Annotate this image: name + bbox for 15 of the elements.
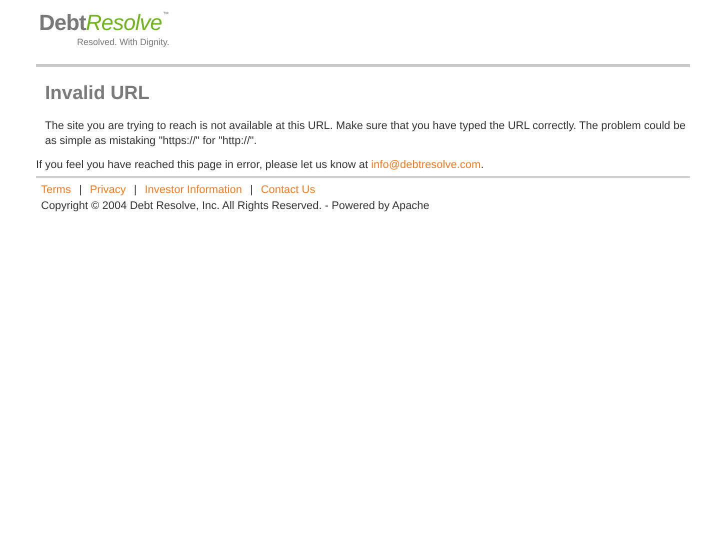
footer-link[interactable]: Contact Us [260,184,316,196]
link-separator: | [250,184,253,196]
logo-text: Resolve [86,12,162,34]
copyright-text: Copyright © 2004 Debt Resolve, Inc. All Rights Reserved. - Powered by Apache [41,200,430,212]
email-link[interactable]: info@debtresolve.com [371,159,481,171]
footer-link[interactable]: Terms [41,184,71,196]
error-message: The site you are trying to reach is not available at this URL. Make sure that you have typed the URL correctly. The problem could be as simple as mistaking "https://" for "http://". [45,119,687,149]
logo-tagline: Resolved. With Dignity. [77,37,170,47]
link-separator: | [78,184,82,196]
footer-link[interactable]: Investor Information [144,184,242,196]
footer-link[interactable]: Privacy [90,184,126,196]
link-separator: | [134,184,137,196]
error-note: If you feel you have reached this page in error, please let us know at info@debtresolve.com. [36,159,485,171]
page-heading: Invalid URL [45,83,151,105]
logo-text: Debt [39,12,86,34]
